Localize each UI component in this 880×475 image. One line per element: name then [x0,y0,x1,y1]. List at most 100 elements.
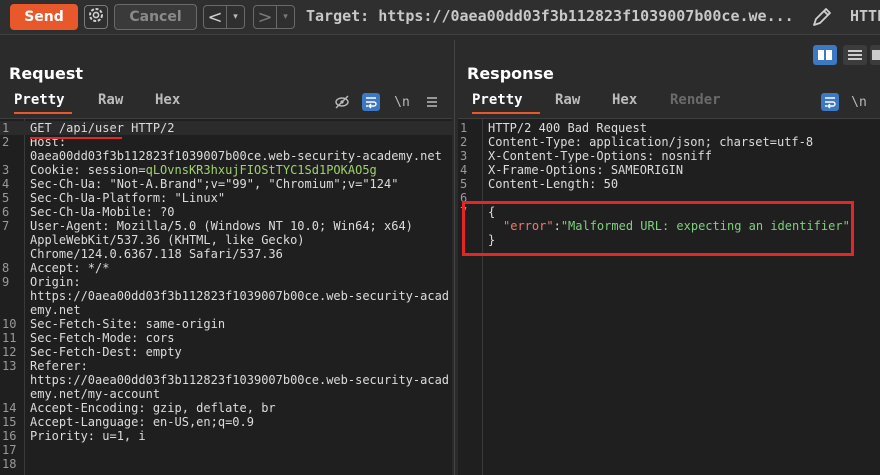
response-line[interactable]: 1 HTTP/2 400 Bad Request [458,121,880,135]
line-number: 6 [2,205,10,219]
line-number: 10 [2,317,17,331]
toolbar: Send Cancel < ▾ > ▾ Target: https://0aea… [0,0,880,35]
request-line[interactable]: https://0aea00dd03f3b112823f1039007b00ce… [0,373,452,387]
line-number: 14 [2,401,17,415]
request-line[interactable]: emy.net [0,303,452,317]
line-text: Sec-Ch-Ua-Mobile: ?0 [30,205,175,219]
settings-button[interactable] [84,5,108,29]
line-text: Sec-Fetch-Mode: cors [30,331,175,345]
request-line[interactable]: 10 Sec-Fetch-Site: same-origin [0,317,452,331]
request-editor[interactable]: 1 GET /api/user HTTP/2 2 Host: 0aea00dd03f3b… [0,118,452,475]
code-text: Sec-Ch-Ua-Platform: "Linux" [30,191,225,205]
line-text: emy.net [30,303,81,317]
newline-toggle[interactable]: \n [393,93,411,111]
code-text: Origin: [30,275,81,289]
code-text: Chrome/124.0.6367.118 Safari/537.36 [30,247,283,261]
request-tab-raw[interactable]: Raw [98,90,123,114]
code-text: https://0aea00dd03f3b112823f1039007b00ce… [30,373,449,387]
request-tab-hex[interactable]: Hex [155,90,180,114]
request-line[interactable]: 15 Accept-Language: en-US,en;q=0.9 [0,415,452,429]
line-text: User-Agent: Mozilla/5.0 (Windows NT 10.0… [30,219,413,233]
request-line[interactable]: 18 [0,457,452,471]
line-text: HTTP/2 400 Bad Request [488,121,647,135]
response-tab-render[interactable]: Render [670,90,721,114]
response-line[interactable]: 4 X-Frame-Options: SAMEORIGIN [458,163,880,177]
request-line[interactable]: 0aea00dd03f3b112823f1039007b00ce.web-sec… [0,149,452,163]
line-text: Content-Length: 50 [488,177,619,191]
cancel-button[interactable]: Cancel [114,4,197,30]
request-line[interactable]: 7 User-Agent: Mozilla/5.0 (Windows NT 10.… [0,219,452,233]
eye-off-icon[interactable] [333,93,351,111]
code-text: HTTP/2 400 Bad Request [488,121,647,135]
line-text: GET /api/user HTTP/2 [30,121,175,135]
forward-navigation[interactable]: > ▾ [253,5,295,29]
forward-history-dropdown[interactable]: ▾ [276,6,294,28]
newline-toggle[interactable]: \n [850,93,868,111]
request-line[interactable]: 16 Priority: u=1, i [0,429,452,443]
request-tab-pretty[interactable]: Pretty [14,90,72,114]
line-text: 0aea00dd03f3b112823f1039007b00ce.web-sec… [30,149,442,163]
line-number: 16 [2,429,17,443]
code-text: https://0aea00dd03f3b112823f1039007b00ce… [30,289,449,303]
line-number: 9 [2,275,10,289]
line-number: 2 [2,135,10,149]
line-text: X-Content-Type-Options: nosniff [488,149,712,163]
code-text: Accept-Encoding: gzip, deflate, br [30,401,276,415]
line-text: Accept: */* [30,261,110,275]
back-history-dropdown[interactable]: ▾ [226,6,244,28]
code-text: Sec-Ch-Ua-Mobile: ?0 [30,205,175,219]
request-line[interactable]: https://0aea00dd03f3b112823f1039007b00ce… [0,289,452,303]
menu-icon[interactable] [423,93,441,111]
back-arrow-icon[interactable]: < [204,6,226,28]
line-text: Sec-Fetch-Site: same-origin [30,317,226,331]
line-text: Accept-Language: en-US,en;q=0.9 [30,415,254,429]
line-text: Sec-Fetch-Dest: empty [30,345,182,359]
request-line[interactable]: emy.net/my-account [0,387,452,401]
line-text: AppleWebKit/537.36 (KHTML, like Gecko) [30,233,305,247]
line-text: X-Frame-Options: SAMEORIGIN [488,163,684,177]
response-tab-raw[interactable]: Raw [555,90,580,114]
line-text: emy.net/my-account [30,387,161,401]
request-panel: Request Pretty Raw Hex \n 1 GET /api/user… [0,40,452,475]
line-text: Referer: [30,359,88,373]
request-line[interactable]: 8 Accept: */* [0,261,452,275]
request-line[interactable]: 14 Accept-Encoding: gzip, deflate, br [0,401,452,415]
http-version-label[interactable]: HTTP/2 [850,7,880,25]
response-tab-hex[interactable]: Hex [612,90,637,114]
word-wrap-icon[interactable] [362,93,380,111]
response-line[interactable]: 5 Content-Length: 50 [458,177,880,191]
response-line[interactable]: 2 Content-Type: application/json; charset… [458,135,880,149]
request-line[interactable]: 13 Referer: [0,359,452,373]
line-number: 3 [460,149,468,163]
request-line[interactable]: Chrome/124.0.6367.118 Safari/537.36 [0,247,452,261]
request-line[interactable]: 12 Sec-Fetch-Dest: empty [0,345,452,359]
pencil-icon[interactable] [810,5,834,29]
request-line[interactable]: 3 Cookie: session=qLOvnsKR3hxujFIOStTYC1S… [0,163,452,177]
request-line[interactable]: 4 Sec-Ch-Ua: "Not-A.Brand";v="99", "Chrom… [0,177,452,191]
request-line[interactable]: 9 Origin: [0,275,452,289]
line-number: 11 [2,331,17,345]
word-wrap-icon[interactable] [821,93,839,111]
response-tab-pretty[interactable]: Pretty [472,90,540,114]
code-text: X-Content-Type-Options: nosniff [488,149,712,163]
line-number: 2 [460,135,468,149]
line-text: Accept-Encoding: gzip, deflate, br [30,401,276,415]
request-line[interactable]: AppleWebKit/537.36 (KHTML, like Gecko) [0,233,452,247]
code-text: Content-Length: 50 [488,177,618,191]
request-title: Request [9,64,84,83]
panel-divider[interactable] [454,40,455,475]
response-line[interactable]: 3 X-Content-Type-Options: nosniff [458,149,880,163]
request-line[interactable]: 5 Sec-Ch-Ua-Platform: "Linux" [0,191,452,205]
request-line[interactable]: 6 Sec-Ch-Ua-Mobile: ?0 [0,205,452,219]
request-line[interactable]: 17 [0,443,452,457]
line-number: 7 [2,219,10,233]
code-text: 0aea00dd03f3b112823f1039007b00ce.web-sec… [30,149,442,163]
back-navigation[interactable]: < ▾ [203,5,245,29]
line-text: Chrome/124.0.6367.118 Safari/537.36 [30,247,283,261]
send-button[interactable]: Send [10,4,78,30]
code-text: X-Frame-Options: SAMEORIGIN [488,163,683,177]
forward-arrow-icon[interactable]: > [254,6,276,28]
response-editor[interactable]: 1 HTTP/2 400 Bad Request 2 Content-Type: ap… [458,118,880,475]
request-line[interactable]: 11 Sec-Fetch-Mode: cors [0,331,452,345]
request-line[interactable]: 1 GET /api/user HTTP/2 [0,121,452,135]
